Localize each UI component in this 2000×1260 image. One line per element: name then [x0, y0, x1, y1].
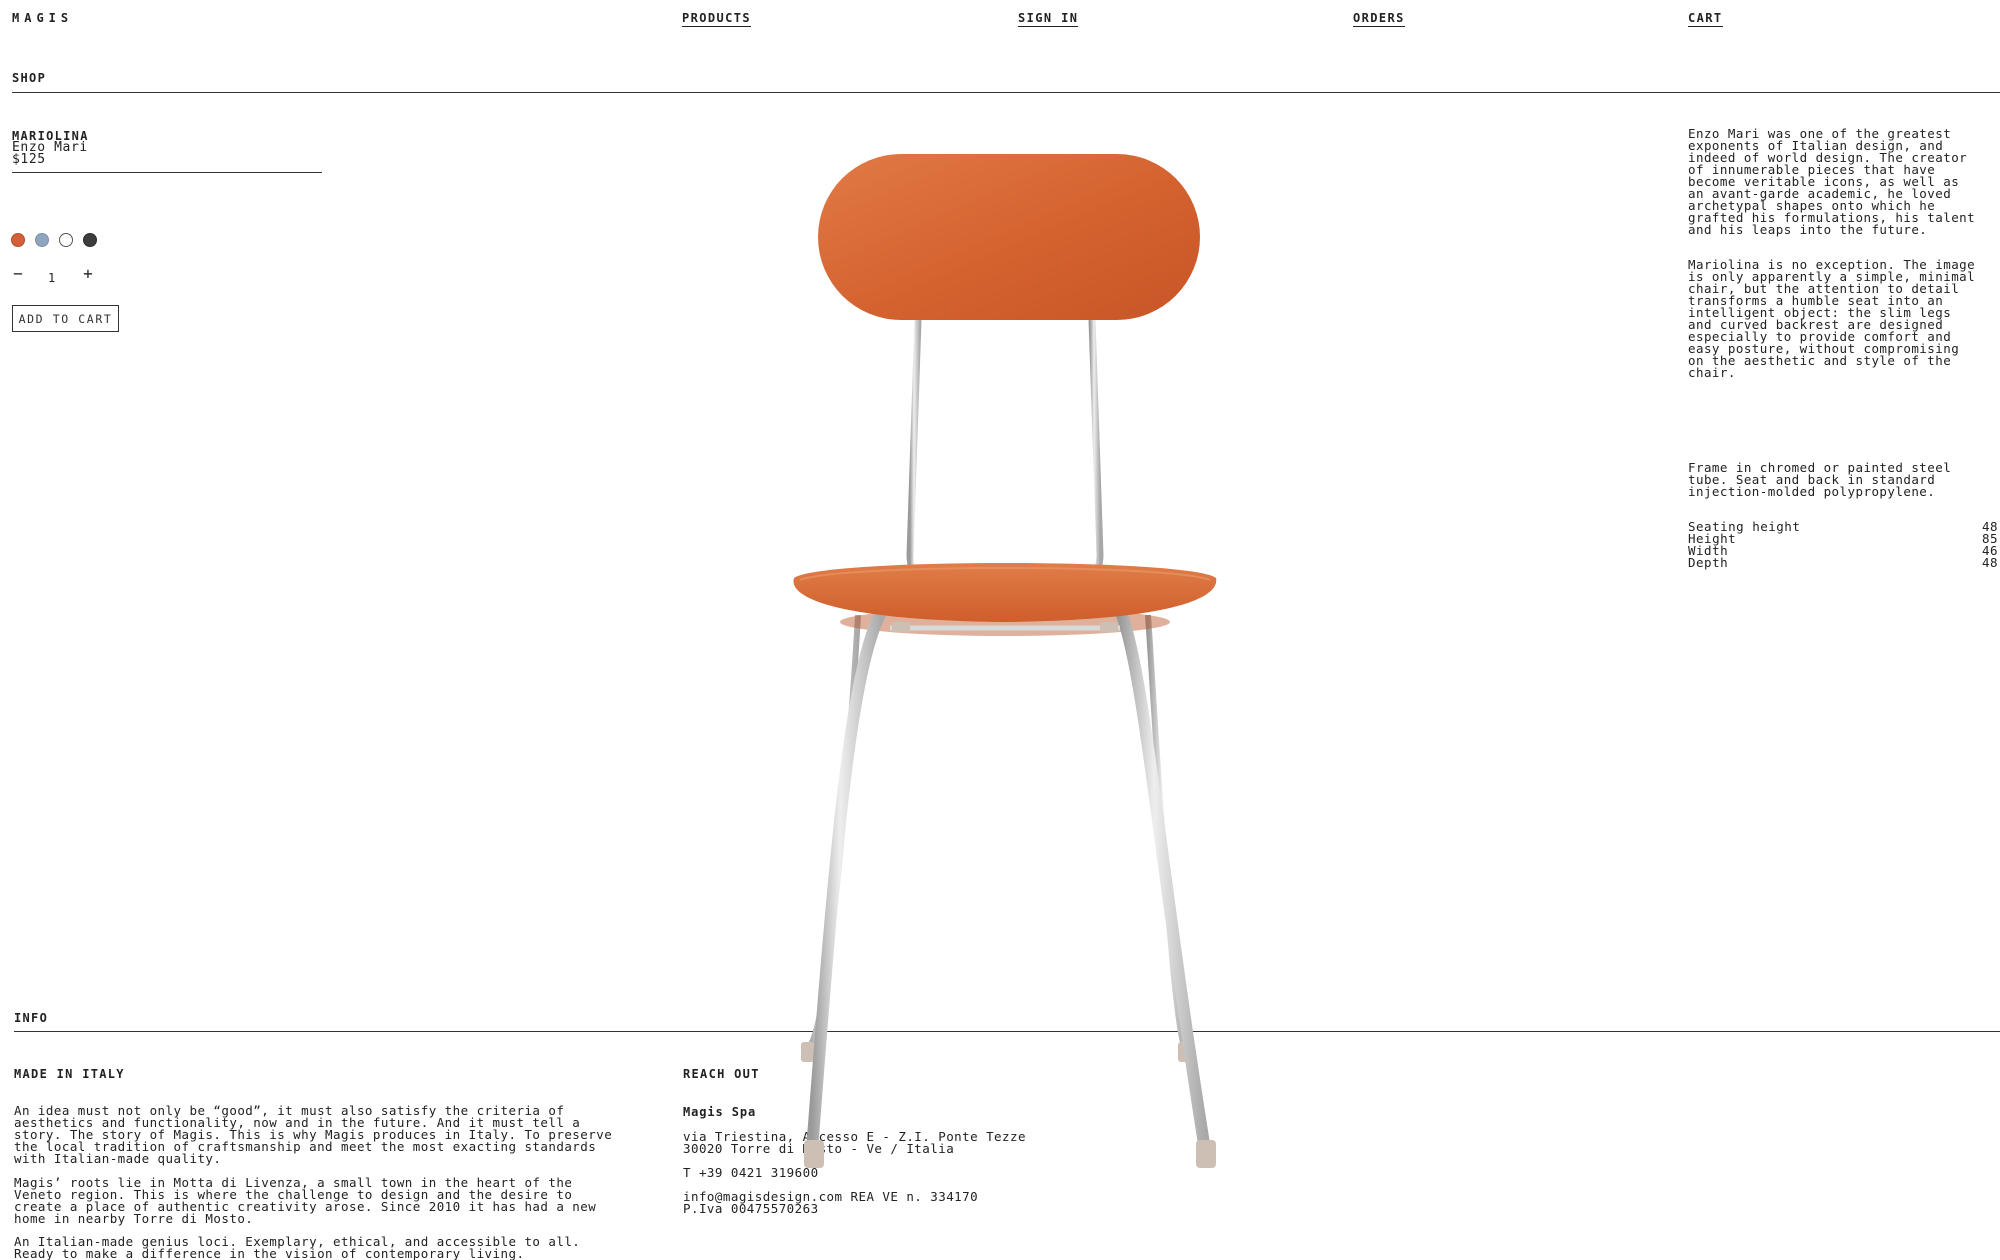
made-in-italy-paragraph-2: Magis’ roots lie in Motta di Livenza, a …	[14, 1175, 597, 1226]
color-swatch-orange[interactable]	[11, 233, 25, 247]
color-swatch-black[interactable]	[83, 233, 97, 247]
section-title-info: INFO	[14, 1011, 49, 1025]
chair-seat-bumper	[1100, 622, 1118, 632]
specs-table: Seating height 48 Height 85 Width 46 Depth 4…	[1688, 520, 1998, 570]
chair-seat-bumper	[892, 622, 910, 632]
company-email-legal[interactable]: info@magisdesign.com REA VE n. 334170 P.…	[683, 1190, 1103, 1215]
designer-bio: Enzo Mari was one of the greatest expone…	[1688, 126, 1976, 237]
spec-row: Depth 48	[1688, 555, 1998, 570]
company-name: Magis Spa	[683, 1105, 757, 1119]
chair-leg	[804, 614, 861, 1052]
chair-foot	[1196, 1140, 1216, 1168]
made-in-italy-heading: MADE IN ITALY	[14, 1067, 125, 1081]
chair-foot	[801, 1042, 815, 1062]
product-info-divider	[12, 172, 322, 173]
nav-orders[interactable]: ORDERS	[1353, 12, 1405, 27]
spec-row: Width 46	[1688, 543, 1998, 558]
product-price: $125	[12, 152, 46, 167]
color-swatch-white[interactable]	[59, 233, 73, 247]
chair-upright	[906, 319, 923, 581]
materials-text: Frame in chromed or painted steel tube. …	[1688, 460, 1952, 499]
quantity-value[interactable]: 1	[48, 272, 55, 284]
quantity-decrease-button[interactable]: −	[12, 266, 24, 282]
nav-cart[interactable]: CART	[1688, 12, 1723, 27]
color-swatch-blue[interactable]	[35, 233, 49, 247]
chair-backrest	[818, 154, 1200, 320]
made-in-italy-paragraph-3: An Italian-made genius loci. Exemplary, …	[14, 1234, 581, 1260]
quantity-increase-button[interactable]: +	[82, 266, 94, 282]
chair-leg	[806, 604, 888, 1156]
section-title-shop: SHOP	[12, 71, 47, 85]
chair-foot	[804, 1140, 824, 1168]
made-in-italy-paragraph-1: An idea must not only be “good”, it must…	[14, 1103, 613, 1166]
add-to-cart-button[interactable]: ADD TO CART	[12, 305, 119, 332]
nav-products[interactable]: PRODUCTS	[682, 12, 751, 27]
product-info: MARIOLINA Enzo Mari $125	[12, 130, 89, 166]
chair-leg	[1114, 604, 1211, 1156]
product-image	[793, 154, 1217, 1168]
reach-out-heading: REACH OUT	[683, 1067, 760, 1081]
logo[interactable]: MAGIS	[12, 12, 73, 24]
product-description: Mariolina is no exception. The image is …	[1688, 257, 1976, 380]
nav-sign-in[interactable]: SIGN IN	[1018, 12, 1079, 27]
chair-upright	[1087, 319, 1104, 581]
spec-row: Height 85	[1688, 531, 1998, 546]
shop-divider	[12, 92, 2000, 93]
